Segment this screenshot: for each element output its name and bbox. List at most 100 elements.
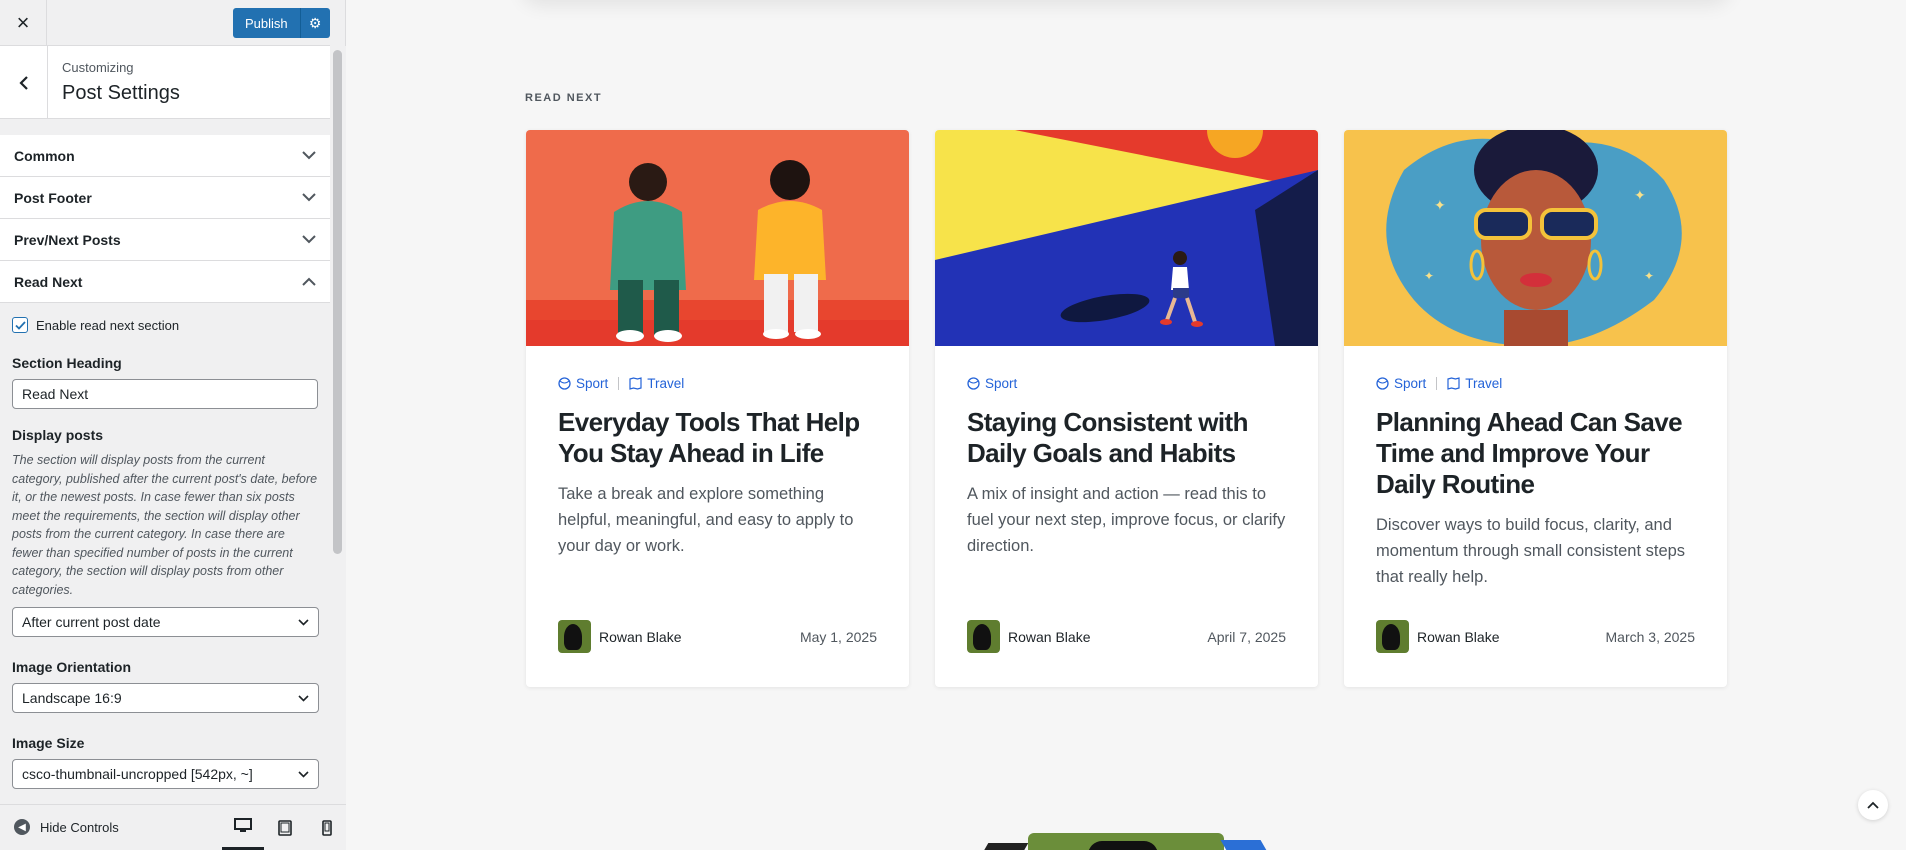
post-date: May 1, 2025 [799, 628, 877, 645]
chevron-down-icon [298, 770, 309, 778]
device-switcher [222, 805, 348, 850]
ball-icon [558, 377, 571, 390]
post-excerpt: Take a break and explore something helpf… [558, 485, 854, 555]
checkmark-icon [14, 320, 26, 330]
hide-controls-button[interactable]: ◀ Hide Controls [14, 819, 119, 835]
enable-read-next-label: Enable read next section [36, 317, 180, 333]
publish-button[interactable]: Publish [233, 8, 300, 38]
post-date: March 3, 2025 [1605, 628, 1696, 645]
section-read-next[interactable]: Read Next [0, 261, 330, 303]
image-orientation-select[interactable]: Landscape 16:9 [12, 683, 319, 713]
post-card-image[interactable]: ✦ ✦ ✦ ✦ [1344, 130, 1727, 346]
category-link[interactable]: Sport [1376, 376, 1426, 391]
post-title[interactable]: Everyday Tools That Help You Stay Ahead … [558, 407, 877, 469]
read-next-heading: READ NEXT [525, 92, 603, 104]
desktop-icon [234, 818, 252, 832]
panel-title-box: Customizing Post Settings [0, 46, 330, 119]
chevron-up-icon [1867, 801, 1879, 809]
post-author[interactable]: Rowan Blake [558, 620, 682, 653]
author-name: Rowan Blake [599, 628, 682, 645]
section-common[interactable]: Common [0, 135, 330, 177]
post-title[interactable]: Staying Consistent with Daily Goals and … [967, 407, 1286, 469]
read-next-cards: Sport Travel Everyday Tools That Help Yo… [526, 130, 1727, 687]
chevron-left-icon [18, 75, 28, 90]
section-label: Prev/Next Posts [14, 231, 121, 248]
back-button[interactable] [0, 46, 48, 119]
customizer-sidebar: × Publish ⚙ Customizing Post Settings Co… [0, 0, 346, 850]
section-label: Common [14, 147, 75, 164]
customizer-footer: ◀ Hide Controls [0, 804, 346, 850]
author-name: Rowan Blake [1417, 628, 1500, 645]
category-link[interactable]: Sport [558, 376, 608, 391]
avatar [967, 620, 1000, 653]
category-label: Sport [985, 376, 1018, 391]
chevron-down-icon [302, 193, 316, 202]
close-icon: × [16, 10, 30, 35]
post-categories: Sport Travel [558, 376, 877, 391]
device-mobile-button[interactable] [306, 805, 348, 850]
chevron-down-icon [302, 235, 316, 244]
svg-text:✦: ✦ [1634, 188, 1646, 204]
device-tablet-button[interactable] [264, 805, 306, 850]
enable-read-next-checkbox[interactable] [12, 317, 28, 333]
category-link[interactable]: Sport [967, 376, 1017, 391]
close-button[interactable]: × [0, 0, 47, 46]
post-excerpt: A mix of insight and action — read this … [967, 485, 1286, 555]
image-size-select[interactable]: csco-thumbnail-uncropped [542px, ~] [12, 759, 319, 789]
post-card[interactable]: Sport Travel Everyday Tools That Help Yo… [526, 130, 909, 687]
svg-text:✦: ✦ [1644, 269, 1654, 283]
category-separator [1436, 377, 1438, 390]
post-card-image[interactable] [526, 130, 909, 346]
next-section-image [1028, 833, 1224, 850]
post-card-body: Sport Staying Consistent with Daily Goal… [935, 346, 1318, 559]
mobile-icon [322, 820, 332, 836]
map-icon [629, 377, 642, 390]
chevron-up-icon [302, 277, 316, 286]
next-section-decoration [983, 843, 1029, 850]
author-name: Rowan Blake [1008, 628, 1091, 645]
section-post-footer[interactable]: Post Footer [0, 177, 330, 219]
category-separator [618, 377, 620, 390]
category-link[interactable]: Travel [629, 376, 684, 391]
hide-controls-label: Hide Controls [40, 819, 119, 835]
category-label: Travel [1465, 376, 1503, 391]
post-author[interactable]: Rowan Blake [967, 620, 1091, 653]
panel-title: Post Settings [62, 82, 180, 104]
select-value: csco-thumbnail-uncropped [542px, ~] [22, 766, 253, 782]
svg-text:✦: ✦ [1424, 269, 1434, 283]
post-card-image[interactable] [935, 130, 1318, 346]
site-preview: READ NEXT Sport Travel Everyday Tools Th… [346, 0, 1906, 850]
post-author[interactable]: Rowan Blake [1376, 620, 1500, 653]
section-prev-next-posts[interactable]: Prev/Next Posts [0, 219, 330, 261]
category-label: Travel [647, 376, 685, 391]
avatar [558, 620, 591, 653]
arrow-left-circle-icon: ◀ [14, 819, 30, 835]
post-excerpt: Discover ways to build focus, clarity, a… [1376, 516, 1686, 586]
post-card[interactable]: Sport Staying Consistent with Daily Goal… [935, 130, 1318, 687]
illustration-woman-sunglasses-image: ✦ ✦ ✦ ✦ [1344, 130, 1727, 346]
chevron-down-icon [298, 694, 309, 702]
section-list: Common Post Footer Prev/Next Posts Read … [0, 135, 330, 303]
post-title[interactable]: Planning Ahead Can Save Time and Improve… [1376, 407, 1695, 500]
post-meta: Rowan Blake March 3, 2025 [1376, 620, 1695, 653]
scroll-to-top-button[interactable] [1858, 790, 1888, 820]
post-card-body: Sport Travel Planning Ahead Can Save Tim… [1344, 346, 1727, 590]
category-link[interactable]: Travel [1447, 376, 1502, 391]
scrollbar-thumb[interactable] [333, 50, 342, 554]
display-posts-select[interactable]: After current post date [12, 607, 319, 637]
category-label: Sport [576, 376, 609, 391]
post-card[interactable]: ✦ ✦ ✦ ✦ Sport Travel Planning Ahead Can … [1344, 130, 1727, 687]
select-value: After current post date [22, 614, 161, 630]
avatar [1376, 620, 1409, 653]
section-heading-label: Section Heading [12, 355, 122, 371]
publish-settings-button[interactable]: ⚙ [299, 8, 330, 38]
illustration-runner-image [935, 130, 1318, 346]
section-heading-input[interactable]: Read Next [12, 379, 318, 409]
next-section-decoration [1220, 840, 1268, 850]
map-icon [1447, 377, 1460, 390]
publish-group: Publish ⚙ [233, 8, 330, 38]
enable-read-next-row[interactable]: Enable read next section [12, 317, 318, 333]
device-desktop-button[interactable] [222, 805, 264, 850]
sidebar-scrollbar[interactable] [330, 46, 346, 804]
chevron-down-icon [298, 618, 309, 626]
